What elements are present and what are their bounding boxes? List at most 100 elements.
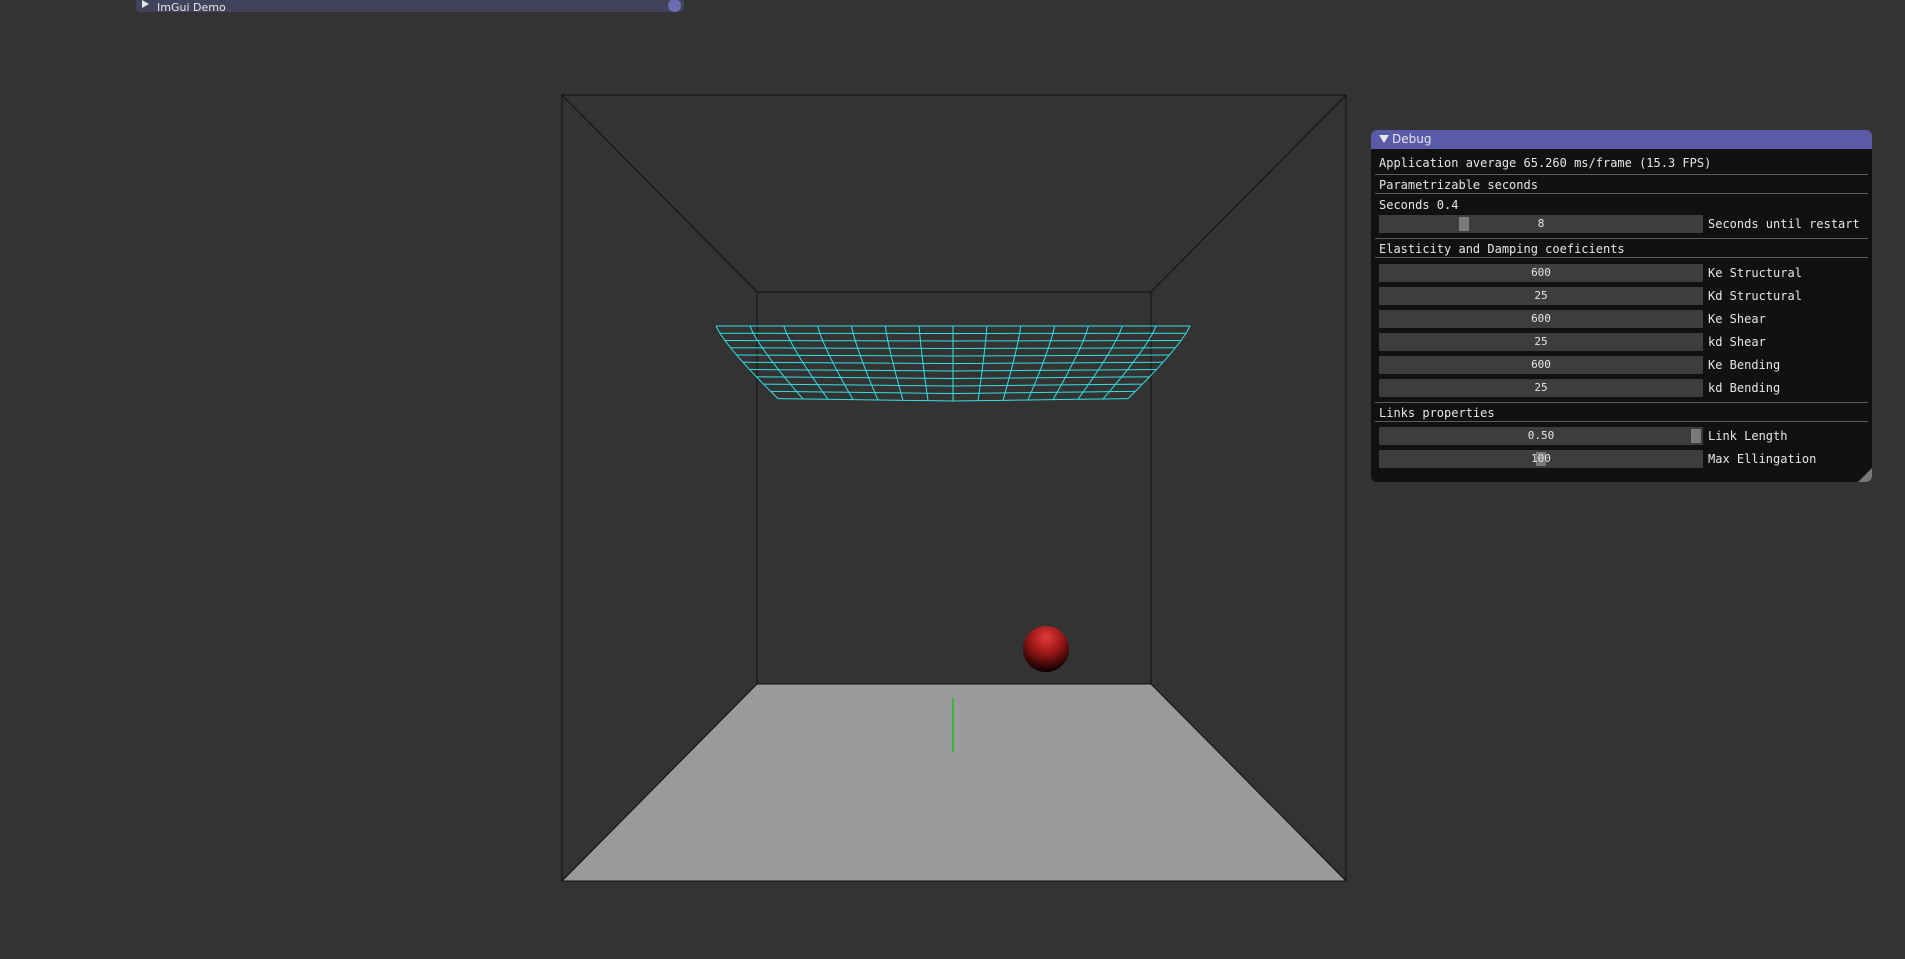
cloth-edge — [1097, 362, 1104, 371]
cloth-edge — [817, 325, 821, 334]
imgui-demo-window[interactable]: ImGui Demo — [136, 0, 684, 14]
cloth-edge — [1072, 355, 1078, 364]
section-seconds-header[interactable]: Parametrizable seconds — [1375, 174, 1868, 194]
cloth-edge — [1006, 377, 1010, 386]
cloth-edge — [793, 347, 799, 356]
kd-shear-label: kd Shear — [1708, 335, 1766, 349]
seconds-text: Seconds 0.4 — [1379, 198, 1459, 212]
cloth-edge — [919, 333, 921, 341]
slider-grab[interactable] — [1691, 429, 1701, 443]
restart-slider-value: 8 — [1537, 217, 1545, 230]
cloth-edge — [1039, 362, 1044, 371]
cloth-edge — [1027, 392, 1032, 401]
ke-structural-input[interactable]: 600 — [1379, 264, 1703, 282]
cloth-edge — [890, 355, 894, 364]
cloth-edge — [1017, 333, 1021, 341]
cloth-edge — [749, 369, 757, 378]
cloth-edge — [894, 370, 898, 379]
cloth-edge — [784, 376, 791, 385]
kd-shear-value: 25 — [1534, 335, 1548, 348]
fps-text: Application average 65.260 ms/frame (15.… — [1379, 156, 1712, 170]
cloth-edge — [1082, 384, 1089, 393]
cloth-edge — [1174, 340, 1182, 349]
cloth-edge — [736, 354, 744, 363]
cloth-edge — [1135, 383, 1143, 392]
cloth-edge — [1102, 391, 1110, 400]
restart-slider[interactable]: 8 — [1379, 215, 1703, 233]
cloth-edge — [844, 384, 850, 393]
kd-bending-input[interactable]: 25 — [1379, 379, 1703, 397]
sphere — [1023, 626, 1069, 672]
cloth-edge — [874, 392, 879, 401]
debug-title: Debug — [1392, 132, 1432, 146]
cloth-edge — [1126, 362, 1134, 371]
cloth-edge — [1185, 325, 1191, 334]
cloth-edge — [868, 377, 873, 386]
resize-grip-icon[interactable] — [1858, 468, 1872, 482]
cloth-edge — [836, 369, 842, 378]
cloth-edge — [884, 325, 887, 334]
cloth-edge — [730, 347, 738, 356]
cloth-edge — [983, 348, 986, 356]
cloth-edge — [852, 333, 856, 341]
cloth-edge — [1102, 355, 1108, 363]
debug-title-bar[interactable]: Debug — [1371, 130, 1872, 149]
max-elongation-label: Max Ellingation — [1708, 452, 1817, 466]
debug-window[interactable]: Debug Application average 65.260 ms/fram… — [1371, 130, 1872, 482]
cloth-edge — [981, 363, 984, 371]
ke-bending-label: Ke Bending — [1708, 358, 1781, 372]
cloth-edge — [848, 392, 854, 400]
cloth-edge — [1060, 377, 1066, 386]
cloth-edge — [828, 355, 834, 364]
cloth-edge — [887, 340, 890, 349]
section-coefficients-header[interactable]: Elasticity and Damping coeficients — [1375, 238, 1868, 258]
cloth-edge — [783, 325, 787, 334]
cloth-edge — [923, 370, 926, 379]
cloth-edge — [1010, 363, 1014, 371]
cloth-edge — [1127, 390, 1136, 399]
kd-structural-input[interactable]: 25 — [1379, 287, 1703, 305]
cloth-edge — [985, 333, 987, 341]
cloth-edge — [1047, 340, 1052, 349]
cloth-edge — [1119, 325, 1123, 334]
link-length-slider[interactable]: 0.50 — [1379, 427, 1703, 445]
cloth-edge — [898, 385, 902, 394]
kd-structural-label: Kd Structural — [1708, 289, 1802, 303]
ke-shear-input[interactable]: 600 — [1379, 310, 1703, 328]
max-elongation-slider[interactable]: 100 — [1379, 450, 1703, 468]
max-elongation-value: 100 — [1531, 452, 1551, 465]
cloth-edge — [980, 370, 983, 379]
expand-arrow-icon[interactable] — [142, 0, 149, 8]
close-icon[interactable] — [668, 0, 681, 12]
cloth-edge — [822, 340, 827, 349]
slider-grab[interactable] — [1458, 217, 1469, 231]
cloth-edge — [871, 384, 876, 393]
collapse-arrow-icon[interactable] — [1379, 135, 1389, 143]
cloth-edge — [767, 354, 774, 363]
kd-shear-input[interactable]: 25 — [1379, 333, 1703, 351]
cloth-edge — [1033, 377, 1038, 386]
cloth-edge — [807, 369, 813, 378]
ke-structural-label: Ke Structural — [1708, 266, 1802, 280]
cloth-edge — [1082, 333, 1087, 341]
cloth-edge — [825, 347, 830, 356]
cloth-edge — [1045, 348, 1049, 356]
cloth-edge — [982, 355, 985, 364]
imgui-demo-title[interactable]: ImGui Demo — [157, 0, 226, 16]
cloth-edge — [742, 361, 750, 370]
cloth-edge — [919, 340, 922, 349]
kd-structural-value: 25 — [1534, 289, 1548, 302]
cloth-edge — [840, 377, 846, 386]
cloth-mesh — [715, 325, 1191, 402]
cloth-edge — [796, 391, 804, 400]
cloth-edge — [1093, 369, 1099, 378]
cloth-edge — [920, 348, 923, 356]
cloth-edge — [772, 362, 780, 371]
cloth-edge — [1068, 362, 1074, 371]
section-links-header[interactable]: Links properties — [1375, 402, 1868, 422]
ke-bending-input[interactable]: 600 — [1379, 356, 1703, 374]
cloth-edge — [985, 325, 988, 334]
kd-bending-label: kd Bending — [1708, 381, 1781, 395]
cloth-edge — [789, 340, 795, 349]
cloth-edge — [770, 390, 779, 399]
